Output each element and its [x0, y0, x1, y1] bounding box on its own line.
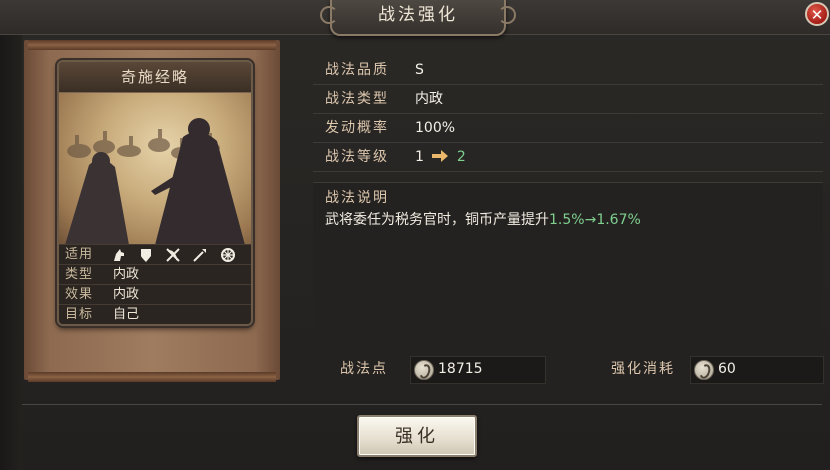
spear-icon: [192, 247, 208, 263]
chance-value: 100%: [415, 120, 456, 136]
level-to: 2: [456, 149, 466, 165]
effect-value: 内政: [113, 287, 140, 302]
scroll-rod-bottom: [28, 372, 276, 382]
bow-icon: [165, 247, 181, 263]
target-value: 自己: [113, 307, 140, 322]
type-row: 类型 内政: [59, 264, 251, 284]
applicable-label: 适用: [65, 247, 94, 262]
quality-label: 战法品质: [325, 62, 389, 78]
scroll-rod-top: [28, 40, 276, 50]
skill-card-info: 适用 类型 内政 效果 内政 目标 自己: [59, 244, 251, 324]
cavalry-icon: [111, 247, 127, 263]
applicable-icons: [111, 247, 243, 263]
quality-row: 战法品质 S: [313, 56, 823, 85]
chance-row: 发动概率 100%: [313, 114, 823, 143]
effect-row: 效果 内政: [59, 284, 251, 304]
description-to-value: 1.67%: [596, 212, 641, 228]
skill-card-artwork: [59, 93, 251, 245]
effect-label: 效果: [65, 287, 94, 302]
silhouette-figures-image: [65, 118, 245, 245]
description-body: 武将委任为税务官时，铜币产量提升: [325, 212, 549, 228]
description-label: 战法说明: [325, 190, 389, 206]
left-shade: [0, 34, 22, 470]
level-row: 战法等级 1 2: [313, 143, 823, 172]
points-label: 战法点: [340, 361, 388, 377]
chance-label: 发动概率: [325, 120, 389, 136]
level-value: 1 2: [415, 143, 466, 171]
type-detail-value: 内政: [415, 91, 443, 107]
window-title: 战法强化: [320, 0, 516, 36]
points-value: 18715: [438, 361, 483, 377]
description-panel: 战法说明 武将委任为税务官时，铜币产量提升1.5%→1.67%: [313, 182, 823, 349]
cost-coin-icon: [694, 360, 714, 380]
arrow-right-icon: [432, 150, 449, 162]
quality-value: S: [415, 62, 424, 78]
description-from-value: 1.5%: [549, 212, 585, 228]
applicable-row: 适用: [59, 244, 251, 264]
shield-icon: [138, 247, 154, 263]
type-label: 类型: [65, 267, 94, 282]
skill-card-name: 奇施经略: [59, 62, 251, 93]
description-text: 武将委任为税务官时，铜币产量提升1.5%→1.67%: [325, 209, 641, 229]
close-button[interactable]: ✕: [805, 2, 829, 26]
wheel-icon: [220, 247, 236, 263]
cost-label: 强化消耗: [611, 361, 675, 377]
target-label: 目标: [65, 307, 94, 322]
cost-value: 60: [718, 361, 736, 377]
target-row: 目标 自己: [59, 304, 251, 324]
description-arrow: →: [584, 212, 597, 228]
skill-card[interactable]: 奇施经略 适用 类型 内政 效果 内政 目标 自己: [57, 60, 253, 326]
type-value: 内政: [113, 267, 140, 282]
level-from: 1: [415, 149, 424, 165]
level-label: 战法等级: [325, 149, 389, 165]
upgrade-window: 战法强化 ✕ 奇施经略 适用 类型 内政 效果 内政 目标 自己 战法品质 S …: [0, 0, 830, 470]
tactic-point-coin-icon: [414, 360, 434, 380]
type-detail-label: 战法类型: [325, 91, 389, 107]
bottom-divider: [22, 404, 822, 405]
type-detail-row: 战法类型 内政: [313, 85, 823, 114]
upgrade-button[interactable]: 强化: [357, 415, 477, 457]
